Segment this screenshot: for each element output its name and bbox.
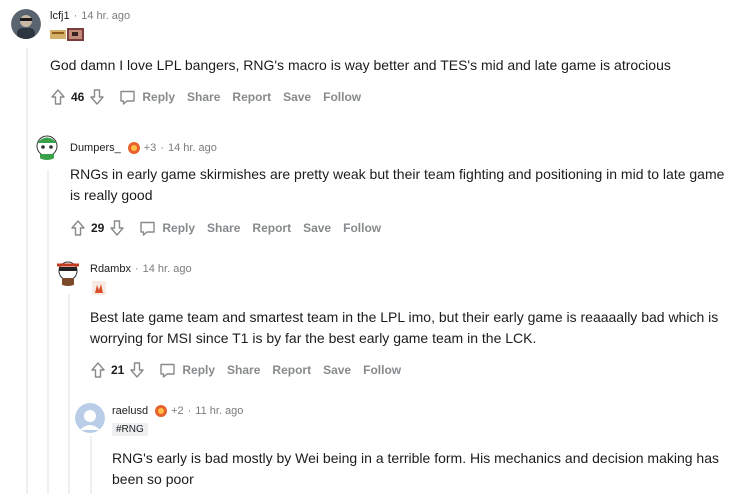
award-icon[interactable] (154, 404, 168, 418)
save-button[interactable]: Save (323, 363, 351, 377)
reply-label: Reply (182, 363, 216, 377)
reply-label: Reply (142, 90, 176, 104)
avatar[interactable] (53, 256, 83, 286)
separator: · (73, 10, 78, 22)
username[interactable]: raelusd (112, 405, 148, 417)
save-button[interactable]: Save (283, 90, 311, 104)
share-button[interactable]: Share (227, 363, 260, 377)
upvote-icon[interactable] (70, 219, 86, 237)
avatar[interactable] (75, 403, 105, 433)
report-button[interactable]: Report (272, 363, 311, 377)
follow-button[interactable]: Follow (323, 90, 361, 104)
report-button[interactable]: Report (252, 221, 291, 235)
timestamp[interactable]: 14 hr. ago (143, 263, 192, 275)
comment-body: Best late game team and smartest team in… (90, 309, 719, 346)
reply-label: Reply (162, 221, 196, 235)
downvote-icon[interactable] (129, 361, 145, 379)
upvote-icon[interactable] (90, 361, 106, 379)
timestamp[interactable]: 14 hr. ago (168, 142, 217, 154)
username[interactable]: lcfj1 (50, 10, 70, 22)
timestamp[interactable]: 11 hr. ago (195, 405, 243, 417)
flair-image-icon (92, 281, 106, 295)
separator: · (160, 142, 164, 154)
separator: · (134, 263, 139, 275)
vote-score: 29 (91, 221, 105, 235)
avatar[interactable] (11, 9, 41, 39)
separator: · (187, 405, 192, 417)
comment-bubble-icon (140, 221, 156, 236)
reply-button[interactable]: Reply (159, 362, 215, 379)
report-button[interactable]: Report (232, 90, 271, 104)
thread-line[interactable] (47, 170, 49, 494)
follow-button[interactable]: Follow (363, 363, 401, 377)
downvote-icon[interactable] (89, 88, 105, 106)
downvote-icon[interactable] (109, 219, 125, 237)
comment-body: God damn I love LPL bangers, RNG's macro… (50, 57, 671, 73)
follow-button[interactable]: Follow (343, 221, 381, 235)
avatar[interactable] (32, 130, 62, 160)
flair-image-icon (50, 28, 84, 41)
share-button[interactable]: Share (207, 221, 240, 235)
reply-button[interactable]: Reply (119, 89, 175, 106)
share-button[interactable]: Share (187, 90, 220, 104)
award-count: +2 (171, 405, 184, 417)
comment-body: RNGs in early game skirmishes are pretty… (70, 166, 725, 203)
thread-line[interactable] (26, 48, 28, 494)
comment-bubble-icon (160, 363, 176, 378)
username[interactable]: Dumpers_ (70, 142, 121, 154)
vote-score: 21 (111, 363, 125, 377)
thread-line[interactable] (90, 436, 92, 494)
reply-button[interactable]: Reply (139, 220, 195, 237)
vote-score: 46 (71, 90, 85, 104)
comment-bubble-icon (120, 90, 136, 105)
save-button[interactable]: Save (303, 221, 331, 235)
thread-line[interactable] (68, 294, 70, 494)
comment-body: RNG's early is bad mostly by Wei being i… (112, 450, 719, 487)
award-icon[interactable] (127, 141, 141, 155)
user-flair: #RNG (112, 423, 148, 436)
award-count: +3 (143, 142, 157, 154)
username[interactable]: Rdambx (90, 263, 131, 275)
upvote-icon[interactable] (50, 88, 66, 106)
timestamp[interactable]: 14 hr. ago (81, 10, 130, 22)
